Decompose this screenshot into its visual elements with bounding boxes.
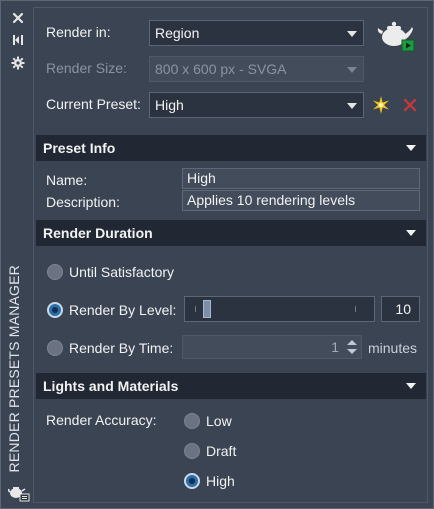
description-field[interactable]: Applies 10 rendering levels [182, 190, 420, 211]
accuracy-low-label: Low [206, 413, 232, 429]
close-icon[interactable] [10, 10, 26, 26]
accuracy-low-radio[interactable] [184, 413, 200, 429]
render-duration-title: Render Duration [43, 225, 153, 241]
render-time-unit: minutes [368, 340, 418, 356]
until-satisfactory-radio[interactable] [47, 264, 63, 280]
description-label: Description: [46, 194, 120, 210]
accuracy-draft-radio[interactable] [184, 443, 200, 459]
render-by-level-radio[interactable] [47, 302, 63, 318]
accuracy-high-radio[interactable] [184, 473, 200, 489]
render-size-value: 800 x 600 px - SVGA [155, 61, 287, 77]
lights-materials-title: Lights and Materials [43, 378, 179, 394]
render-size-label: Render Size: [46, 60, 127, 76]
name-field[interactable]: High [182, 168, 420, 189]
slider-tick [355, 306, 356, 312]
chevron-down-icon [347, 31, 357, 37]
render-in-row: Render in: Region [34, 20, 429, 52]
gear-icon[interactable] [10, 55, 26, 71]
until-satisfactory-label: Until Satisfactory [69, 264, 175, 280]
render-time-spinner: 1 [182, 335, 362, 359]
sparkle-new-icon[interactable] [372, 96, 390, 114]
render-by-time-radio[interactable] [47, 340, 63, 356]
lights-materials-header[interactable]: Lights and Materials [36, 373, 426, 399]
render-presets-panel: Render in: Region Render Size: 800 x 600… [33, 7, 428, 503]
description-value: Applies 10 rendering levels [187, 192, 356, 208]
render-size-select: 800 x 600 px - SVGA [149, 56, 364, 82]
render-accuracy-label: Render Accuracy: [46, 412, 157, 428]
render-level-slider[interactable] [184, 296, 375, 322]
chevron-down-icon [406, 230, 416, 236]
render-size-row: Render Size: 800 x 600 px - SVGA [34, 56, 429, 82]
chevron-down-icon [406, 383, 416, 389]
render-by-time-label: Render By Time: [69, 340, 174, 356]
current-preset-select[interactable]: High [149, 92, 364, 118]
delete-x-icon[interactable] [402, 97, 418, 113]
render-duration-header[interactable]: Render Duration [36, 220, 426, 246]
slider-thumb[interactable] [203, 300, 211, 318]
render-in-select[interactable]: Region [149, 20, 364, 46]
palette-window: RENDER PRESETS MANAGER Render in: Region [0, 0, 434, 509]
spin-down-icon [347, 349, 357, 354]
palette-title-strip: RENDER PRESETS MANAGER [2, 2, 32, 508]
teapot-render-icon[interactable] [376, 18, 418, 52]
preset-info-header[interactable]: Preset Info [36, 135, 426, 161]
spin-up-icon [347, 340, 357, 345]
accuracy-high-label: High [206, 473, 235, 489]
palette-title: RENDER PRESETS MANAGER [6, 264, 22, 472]
preset-info-title: Preset Info [43, 140, 116, 156]
render-level-input[interactable]: 10 [381, 296, 420, 322]
accuracy-draft-label: Draft [206, 443, 237, 459]
autohide-icon[interactable] [10, 32, 26, 48]
name-label: Name: [46, 172, 88, 188]
render-level-value: 10 [395, 301, 411, 317]
render-time-value: 1 [331, 339, 339, 355]
render-by-level-label: Render By Level: [69, 302, 177, 318]
render-presets-icon [7, 484, 30, 502]
chevron-down-icon [347, 67, 357, 73]
name-value: High [187, 170, 216, 186]
slider-tick [195, 306, 196, 312]
current-preset-label: Current Preset: [46, 96, 141, 112]
render-in-value: Region [155, 25, 200, 41]
chevron-down-icon [406, 145, 416, 151]
render-in-label: Render in: [46, 24, 111, 40]
chevron-down-icon [347, 103, 357, 109]
current-preset-value: High [155, 97, 184, 113]
current-preset-row: Current Preset: High [34, 92, 429, 118]
